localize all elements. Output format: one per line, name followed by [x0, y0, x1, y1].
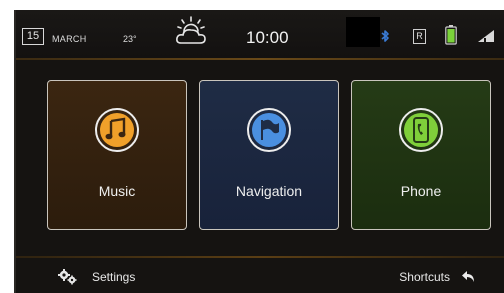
calendar-date: 15 — [22, 28, 44, 45]
status-placeholder — [346, 17, 380, 47]
battery-icon — [445, 25, 457, 45]
phone-icon — [399, 108, 443, 152]
shortcuts-label: Shortcuts — [399, 270, 450, 284]
phone-tile[interactable]: Phone — [351, 80, 491, 230]
clock-time: 10:00 — [246, 28, 289, 47]
gear-icon — [58, 269, 77, 285]
music-note-icon — [95, 108, 139, 152]
navigation-label: Navigation — [235, 183, 303, 199]
settings-button[interactable]: Settings — [58, 268, 135, 286]
month-label: MARCH — [52, 34, 87, 44]
shortcuts-button[interactable]: Shortcuts — [399, 268, 476, 286]
music-label: Music — [98, 183, 136, 199]
status-bar: 15 MARCH 23° 10:00 R — [16, 10, 504, 58]
bluetooth-icon — [381, 30, 389, 42]
navigation-tile[interactable]: Navigation — [199, 80, 339, 230]
temperature-label: 23° — [123, 34, 137, 44]
phone-label: Phone — [400, 183, 442, 199]
settings-label: Settings — [92, 270, 136, 284]
radio-indicator-icon: R — [413, 29, 426, 44]
music-tile[interactable]: Music — [47, 80, 187, 230]
partly-cloudy-icon — [176, 16, 206, 44]
bottom-divider — [16, 256, 504, 258]
signal-icon — [478, 30, 494, 42]
top-divider — [16, 58, 504, 60]
flag-icon — [247, 108, 291, 152]
back-arrow-icon — [462, 271, 474, 282]
infotainment-screen: 15 MARCH 23° 10:00 R Music Navigation Ph… — [14, 10, 504, 293]
